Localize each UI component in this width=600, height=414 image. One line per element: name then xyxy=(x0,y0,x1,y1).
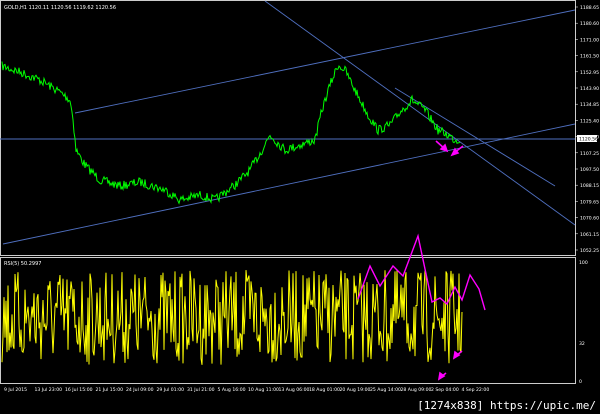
watermark: [1274x838] https://upic.me/ xyxy=(415,399,598,412)
price-tick-label: 1107.25 xyxy=(580,151,599,157)
trendlines[interactable] xyxy=(0,0,576,245)
price-tick-label: 1143.90 xyxy=(580,86,599,92)
time-tick-label: 31 Jul 21:00 xyxy=(187,387,215,393)
time-tick-label: 29 Jul 01:00 xyxy=(157,387,185,393)
price-line xyxy=(1,61,461,205)
time-tick-label: 24 Jul 09:00 xyxy=(126,387,154,393)
time-tick-label: 28 Aug 09:00 xyxy=(401,387,432,393)
price-tick-label: 1152.95 xyxy=(580,70,599,76)
chart-header: GOLD,H1 1120.11 1120.56 1119.62 1120.56 xyxy=(4,5,116,11)
price-tick-label: 1188.65 xyxy=(580,5,599,11)
trading-chart[interactable]: GOLD,H1 1120.11 1120.56 1119.62 1120.56 … xyxy=(0,0,600,414)
time-tick-label: 20 Aug 19:00 xyxy=(340,387,371,393)
time-tick-label: 18 Aug 01:00 xyxy=(309,387,340,393)
price-tick-label: 1061.15 xyxy=(580,232,599,238)
time-tick-label: 9 Jul 2015 xyxy=(4,387,27,393)
price-tick-label: 1088.15 xyxy=(580,183,599,189)
time-tick-label: 21 Jul 15:00 xyxy=(96,387,124,393)
current-price-label: 1120.56 xyxy=(579,137,598,143)
time-tick-label: 5 Aug 16:00 xyxy=(218,387,246,393)
time-tick-label: 16 Jul 15:00 xyxy=(65,387,93,393)
rsi-header: RSI(5) 50.2997 xyxy=(4,261,41,267)
time-tick-label: 13 Aug 06:00 xyxy=(279,387,310,393)
svg-text:100: 100 xyxy=(579,260,588,266)
time-tick-label: 25 Aug 14:00 xyxy=(370,387,401,393)
price-tick-label: 1070.60 xyxy=(580,216,599,222)
down-trendline-1 xyxy=(264,0,576,226)
price-tick-label: 1134.85 xyxy=(580,102,599,108)
price-panel[interactable] xyxy=(0,0,576,256)
time-tick-label: 13 Jul 23:00 xyxy=(35,387,63,393)
divergence-arrows-rsi xyxy=(437,350,463,381)
rsi-axis: 100 32 0 xyxy=(579,260,588,385)
price-axis: 1188.65 1180.60 1171.00 1161.50 1152.95 1143.… xyxy=(575,5,599,254)
time-tick-label: 2 Sep 04:00 xyxy=(431,387,459,393)
price-tick-label: 1097.50 xyxy=(580,167,599,173)
time-tick-label: 10 Aug 11:00 xyxy=(248,387,279,393)
time-axis: 9 Jul 2015 13 Jul 23:00 16 Jul 15:00 21 Jul… xyxy=(4,387,489,393)
price-tick-label: 1161.50 xyxy=(580,54,599,60)
price-tick-label: 1052.25 xyxy=(580,248,599,254)
price-tick-label: 1180.60 xyxy=(580,21,599,27)
rsi-line xyxy=(1,270,463,365)
svg-text:0: 0 xyxy=(579,379,582,385)
price-tick-label: 1171.00 xyxy=(580,37,599,43)
time-tick-label: 4 Sep 22:00 xyxy=(462,387,490,393)
price-tick-label: 1079.65 xyxy=(580,199,599,205)
channel-lower-line xyxy=(2,123,576,245)
svg-text:32: 32 xyxy=(579,341,585,347)
price-tick-label: 1125.40 xyxy=(580,118,599,124)
